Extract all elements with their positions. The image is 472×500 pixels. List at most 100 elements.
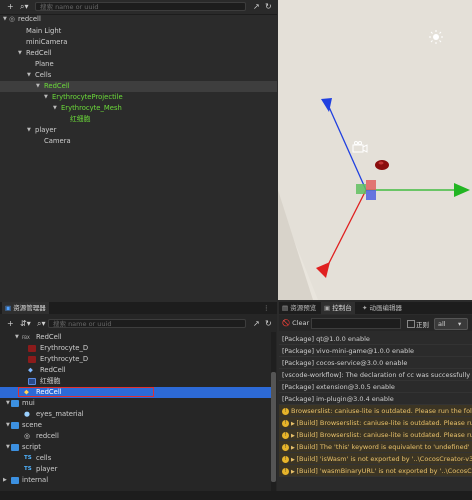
tree-item-cells[interactable]: ▼ Cells <box>0 70 277 81</box>
console-warning-line[interactable]: ! ▶ [Build] 'wasmBinaryURL' is not export… <box>279 465 472 477</box>
expand-arrow-icon[interactable]: ▼ <box>27 70 31 81</box>
console-filter-input[interactable] <box>311 318 401 329</box>
regex-checkbox[interactable] <box>407 320 415 328</box>
folder-icon <box>11 477 19 484</box>
tree-item-redcell-selected[interactable]: ▼ RedCell <box>0 81 277 92</box>
tree-item-label: Plane <box>35 60 54 68</box>
hierarchy-search-input[interactable]: 搜索 name or uuid <box>35 2 246 11</box>
scene-viewport[interactable] <box>278 0 472 300</box>
asset-item-red-blood-cell[interactable]: 红细胞 <box>0 376 271 387</box>
console-warning-line[interactable]: ! ▶ [Build] Browserslist: caniuse-lite is… <box>279 429 472 441</box>
console-warning-line[interactable]: ! ▶ [Build] Browserslist: caniuse-lite is… <box>279 417 472 429</box>
asset-item-erythrocyte-d-2[interactable]: Erythrocyte_D <box>0 354 271 365</box>
sort-icon[interactable]: ⇵▾ <box>20 319 31 328</box>
console-line[interactable]: [vscode-workflow]: The declaration of cc… <box>279 369 472 381</box>
expand-arrow-icon[interactable]: ▼ <box>18 48 22 59</box>
texture-icon <box>28 345 36 352</box>
console-line-text: [Package] cocos-service@3.0.0 enable <box>282 359 408 367</box>
folder-icon <box>11 400 19 407</box>
asset-label: Erythrocyte_D <box>40 355 89 363</box>
expand-arrow-icon[interactable]: ▼ <box>6 420 10 431</box>
warning-icon: ! <box>282 419 289 427</box>
tree-item-minicamera[interactable]: miniCamera <box>0 37 277 48</box>
tab-asset-preview[interactable]: ▤ 资源预览 <box>279 302 319 314</box>
tab-console[interactable]: ▣ 控制台 <box>321 302 355 314</box>
asset-item-internal-folder[interactable]: ▶ internal <box>0 475 271 486</box>
tab-label: 控制台 <box>332 304 352 312</box>
console-line-text: [Package] qt@1.0.0 enable <box>282 335 370 343</box>
clear-button[interactable]: 🚫 Clear <box>282 319 309 327</box>
console-line[interactable]: [Package] vivo-mini-game@1.0.0 enable <box>279 345 472 357</box>
refresh-icon[interactable]: ↻ <box>265 319 272 328</box>
asset-item-redcell-scene[interactable]: ◎ redcell <box>0 431 271 442</box>
tab-animation-editor[interactable]: ✦ 动画编辑器 <box>359 302 405 314</box>
refresh-icon[interactable]: ↻ <box>265 2 272 11</box>
tree-item-redcell-scene[interactable]: ▼ ◎ redcell <box>0 14 277 25</box>
console-warning-line[interactable]: ! ▶ [Build] 'isWasm' is not exported by '… <box>279 453 472 465</box>
add-node-button[interactable]: + <box>7 2 14 11</box>
expand-arrow-icon[interactable]: ▼ <box>36 81 40 92</box>
log-level-value: all <box>438 320 446 328</box>
search-type-icon[interactable]: ⌕▾ <box>20 2 29 12</box>
tab-assets[interactable]: ▣ 资源管理器 <box>2 302 49 314</box>
tab-label: 动画编辑器 <box>369 304 403 312</box>
tree-item-label: miniCamera <box>26 38 68 46</box>
expand-arrow-icon[interactable]: ▼ <box>6 398 10 409</box>
asset-item-mui-folder[interactable]: ▼ mui <box>0 398 271 409</box>
console-warning-line[interactable]: ! Browserslist: caniuse-lite is outdated.… <box>279 405 472 417</box>
console-line[interactable]: [Package] qt@1.0.0 enable <box>279 333 472 345</box>
tree-item-redcell[interactable]: ▼ RedCell <box>0 48 277 59</box>
tree-item-player[interactable]: ▼ player <box>0 125 277 136</box>
console-toolbar: 🚫 Clear 正则 all ▾ <box>279 315 472 331</box>
tree-item-erythrocyte-projectile[interactable]: ▼ ErythrocyteProjectile <box>0 92 277 103</box>
collapse-all-icon[interactable]: ↗ <box>253 319 260 328</box>
asset-item-redcell-prefab[interactable]: ⬥ RedCell <box>0 365 271 376</box>
warning-icon: ! <box>282 431 289 439</box>
expand-arrow-icon[interactable]: ▼ <box>44 92 48 103</box>
console-line[interactable]: [Package] extension@3.0.5 enable <box>279 381 472 393</box>
asset-item-script-folder[interactable]: ▼ script <box>0 442 271 453</box>
expand-arrow-icon[interactable]: ▼ <box>53 103 57 114</box>
preview-icon: ▤ <box>282 304 289 312</box>
panel-menu-icon[interactable]: ⋮ <box>263 304 270 312</box>
tree-item-camera[interactable]: Camera <box>0 136 277 147</box>
expand-arrow-icon[interactable]: ▼ <box>15 332 19 343</box>
expand-arrow-icon[interactable]: ▼ <box>27 125 31 136</box>
assets-scrollbar[interactable] <box>271 332 276 492</box>
assets-search-input[interactable]: 搜索 name or uuid <box>48 319 246 328</box>
asset-item-redcell-fbx[interactable]: ▼ FBX RedCell <box>0 332 271 343</box>
console-warning-line[interactable]: ! ▶ [Build] The 'this' keyword is equival… <box>279 441 472 453</box>
assets-panel: ▣ 资源管理器 ⋮ + ⇵▾ ⌕▾ 搜索 name or uuid ↗ ↻ ▼ … <box>0 302 277 500</box>
tree-item-red-blood-cell[interactable]: 红细胞 <box>0 114 277 125</box>
tree-item-erythrocyte-mesh[interactable]: ▼ Erythrocyte_Mesh <box>0 103 277 114</box>
asset-item-erythrocyte-d-1[interactable]: Erythrocyte_D <box>0 343 271 354</box>
asset-label: Erythrocyte_D <box>40 344 89 352</box>
clear-label: Clear <box>292 319 310 327</box>
texture-icon <box>28 356 36 363</box>
warning-icon: ! <box>282 407 289 415</box>
asset-item-cells-script[interactable]: TS cells <box>0 453 271 464</box>
asset-item-scene-folder[interactable]: ▼ scene <box>0 420 271 431</box>
console-line[interactable]: [Package] cocos-service@3.0.0 enable <box>279 357 472 369</box>
asset-item-player-script[interactable]: TS player <box>0 464 271 475</box>
create-asset-button[interactable]: + <box>7 319 14 328</box>
expand-arrow-icon[interactable]: ▼ <box>6 442 10 453</box>
tree-item-plane[interactable]: Plane <box>0 59 277 70</box>
tree-item-main-light[interactable]: Main Light <box>0 26 277 37</box>
scene-canvas[interactable] <box>278 0 472 300</box>
expand-arrow-icon[interactable]: ▼ <box>3 14 7 25</box>
red-cell-object[interactable] <box>375 160 389 170</box>
collapse-all-icon[interactable]: ↗ <box>253 2 260 11</box>
chevron-down-icon: ▾ <box>458 320 462 328</box>
scrollbar-thumb[interactable] <box>271 372 276 482</box>
search-type-icon[interactable]: ⌕▾ <box>37 319 46 329</box>
tree-item-label: Cells <box>35 71 52 79</box>
asset-item-eyes-material[interactable]: ● eyes_material <box>0 409 271 420</box>
collapse-arrow-icon[interactable]: ▶ <box>3 475 7 486</box>
console-icon: ▣ <box>324 304 331 312</box>
status-bar <box>0 491 472 500</box>
log-level-select[interactable]: all ▾ <box>434 318 468 330</box>
asset-item-redcell-selected[interactable]: ⬥ RedCell <box>0 387 271 398</box>
console-line[interactable]: [Package] im-plugin@3.0.4 enable <box>279 393 472 405</box>
tree-item-label: Main Light <box>26 27 62 35</box>
